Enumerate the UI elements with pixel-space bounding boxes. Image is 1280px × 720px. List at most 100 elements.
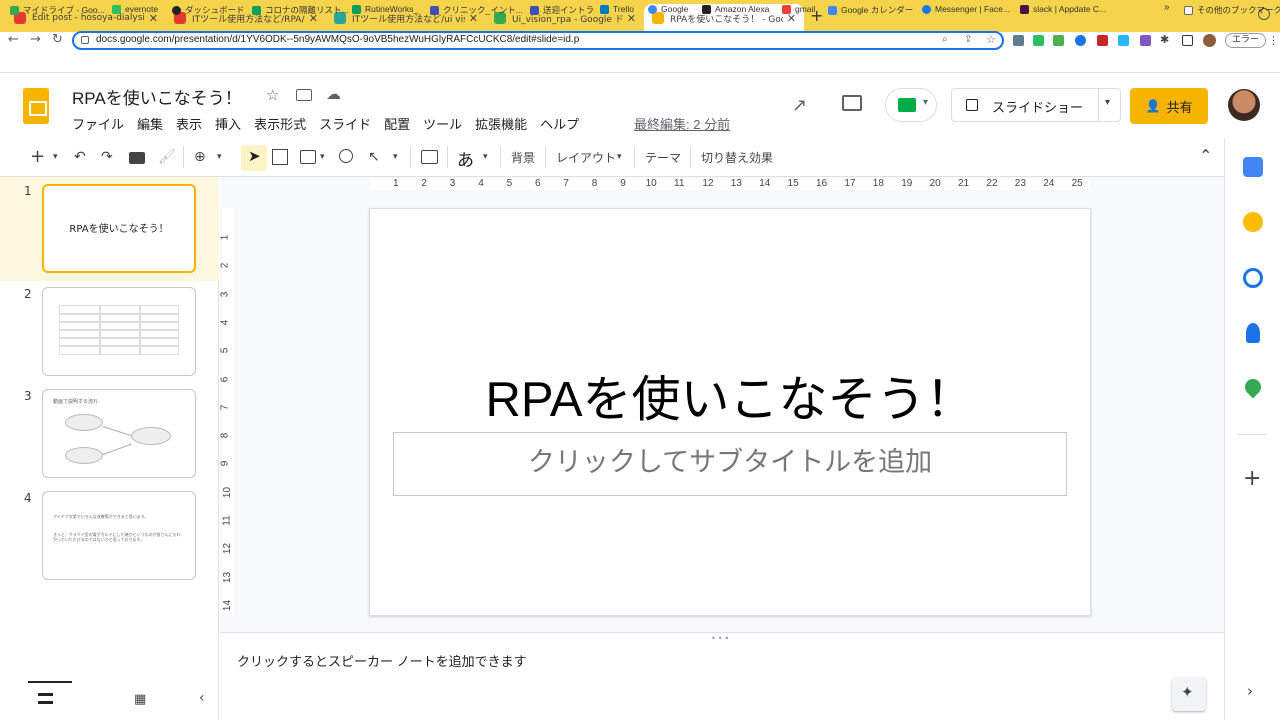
slideshow-button[interactable]: スライドショー ▾: [951, 88, 1121, 122]
menu-kebab-icon[interactable]: ⋮: [1268, 34, 1279, 47]
menu-slide[interactable]: スライド: [319, 114, 371, 133]
menu-insert[interactable]: 挿入: [215, 114, 241, 133]
extension-icon[interactable]: [1140, 35, 1151, 46]
bookmarks-overflow-button[interactable]: »: [1164, 2, 1170, 13]
share-page-icon[interactable]: ⇪: [964, 34, 972, 45]
cloud-status-icon[interactable]: ☁: [326, 85, 341, 103]
bookmark-item[interactable]: 送迎イントラ: [530, 4, 594, 16]
new-slide-plus-icon[interactable]: +: [30, 146, 45, 167]
expand-panel-chevron-icon[interactable]: ›: [1247, 682, 1253, 700]
layout-button[interactable]: レイアウト: [556, 149, 616, 166]
slide-thumbnail-2[interactable]: [42, 287, 196, 376]
shape-icon[interactable]: [339, 149, 353, 163]
zoom-icon[interactable]: ⊕: [194, 149, 206, 165]
undo-icon[interactable]: ↶: [74, 149, 86, 165]
share-button[interactable]: 👤 共有: [1130, 88, 1208, 124]
forward-icon[interactable]: →: [30, 32, 41, 47]
slides-logo-icon[interactable]: [23, 88, 49, 124]
bookmark-item[interactable]: Google カレンダー: [828, 4, 913, 16]
text-box-icon[interactable]: [272, 149, 288, 165]
side-panel-icon[interactable]: [1182, 35, 1193, 46]
extension-icon[interactable]: [1053, 35, 1064, 46]
slide-title[interactable]: RPAを使いこなそう！: [369, 360, 1091, 431]
explore-button[interactable]: ✦: [1172, 677, 1206, 711]
grid-view-icon[interactable]: ▦: [134, 692, 146, 707]
print-icon[interactable]: [129, 152, 145, 164]
chevron-down-icon[interactable]: ▾: [217, 152, 222, 162]
menu-extensions[interactable]: 拡張機能: [475, 114, 527, 133]
collapse-panel-icon[interactable]: ‹: [199, 690, 205, 706]
bookmark-item[interactable]: マイドライブ - Goo...: [10, 4, 105, 16]
add-comment-icon[interactable]: [421, 150, 438, 164]
back-icon[interactable]: ←: [8, 32, 19, 47]
slide-thumbnail-3[interactable]: 動画で説明する流れ: [42, 389, 196, 478]
paint-format-icon[interactable]: 🖌: [158, 149, 176, 165]
extension-icon[interactable]: [1013, 35, 1024, 46]
keep-icon[interactable]: [1243, 212, 1263, 232]
calendar-icon[interactable]: [1243, 157, 1263, 177]
image-icon[interactable]: [300, 150, 316, 164]
bookmark-star-icon[interactable]: ☆: [986, 33, 996, 46]
bookmark-item[interactable]: クリニック_イント...: [430, 4, 523, 16]
transition-button[interactable]: 切り替え効果: [701, 149, 773, 166]
bookmark-item[interactable]: ダッシュボード: [172, 4, 245, 16]
menu-file[interactable]: ファイル: [72, 114, 124, 133]
comments-icon[interactable]: [842, 95, 862, 111]
chevron-down-icon[interactable]: ▾: [320, 152, 325, 162]
error-button[interactable]: エラー: [1225, 33, 1267, 48]
theme-button[interactable]: テーマ: [645, 149, 681, 166]
move-folder-icon[interactable]: [296, 89, 312, 101]
chevron-down-icon[interactable]: ▾: [1105, 97, 1110, 108]
bookmark-item[interactable]: Trello: [600, 4, 634, 14]
zoom-icon[interactable]: ⌕: [942, 34, 948, 45]
meet-button[interactable]: ▾: [885, 88, 937, 122]
speaker-notes-placeholder[interactable]: クリックするとスピーカー ノートを追加できます: [237, 651, 527, 670]
star-icon[interactable]: ☆: [266, 86, 279, 104]
bookmark-item[interactable]: Amazon Alexa: [702, 4, 769, 14]
bookmark-item[interactable]: slack | Appdate C...: [1020, 4, 1106, 14]
other-bookmarks[interactable]: その他のブックマーク: [1184, 4, 1280, 16]
chevron-down-icon[interactable]: ▾: [53, 152, 58, 162]
add-addon-plus-icon[interactable]: +: [1243, 466, 1261, 491]
bookmark-item[interactable]: gmail: [782, 4, 815, 14]
evernote-extension-icon[interactable]: [1033, 35, 1044, 46]
account-avatar[interactable]: [1228, 89, 1260, 121]
document-title[interactable]: RPAを使いこなそう！: [72, 84, 242, 109]
slide-thumbnail-1[interactable]: RPAを使いこなそう！: [42, 184, 196, 273]
extension-icon[interactable]: [1118, 35, 1129, 46]
bookmark-item[interactable]: Google: [648, 4, 688, 14]
collapse-chevron-up-icon[interactable]: ⌃: [1199, 146, 1212, 165]
notes-resize-handle[interactable]: •••: [220, 632, 1224, 643]
redo-icon[interactable]: ↷: [101, 149, 113, 165]
input-mode-button[interactable]: あ: [457, 146, 474, 171]
menu-help[interactable]: ヘルプ: [540, 114, 579, 133]
chevron-down-icon[interactable]: ▾: [617, 152, 622, 162]
bookmark-item[interactable]: RutineWorks_: [352, 4, 418, 14]
subtitle-placeholder-text[interactable]: クリックしてサブタイトルを追加: [393, 440, 1067, 479]
contacts-icon[interactable]: [1246, 323, 1260, 343]
line-icon[interactable]: ↖: [368, 149, 380, 165]
last-edit-link[interactable]: 最終編集: 2 分前: [634, 114, 730, 133]
bookmark-item[interactable]: コロナの隔離リスト...: [252, 4, 349, 16]
menu-edit[interactable]: 編集: [137, 114, 163, 133]
extensions-puzzle-icon[interactable]: ✱: [1160, 33, 1169, 46]
bookmark-item[interactable]: Messenger | Face...: [922, 4, 1010, 14]
slide-thumbnail-4[interactable]: アイデア次第でいろんな改善策ができると思います。 きっと、クラウド型の電子カルテ…: [42, 491, 196, 580]
chevron-down-icon[interactable]: ▾: [393, 152, 398, 162]
bookmark-item[interactable]: evernote: [112, 4, 158, 14]
menu-arrange[interactable]: 配置: [384, 114, 410, 133]
reload-icon[interactable]: ↻: [52, 32, 63, 47]
extension-icon[interactable]: [1075, 35, 1086, 46]
menu-tools[interactable]: ツール: [423, 114, 462, 133]
activity-trend-icon[interactable]: ↗: [792, 95, 807, 116]
select-tool-button[interactable]: ➤: [241, 145, 267, 171]
address-bar[interactable]: docs.google.com/presentation/d/1YV6ODK--…: [72, 31, 1004, 50]
chevron-down-icon[interactable]: ▾: [483, 152, 488, 162]
profile-avatar[interactable]: [1203, 34, 1216, 47]
filmstrip-view-icon[interactable]: [38, 693, 53, 704]
extension-icon[interactable]: [1097, 35, 1108, 46]
background-button[interactable]: 背景: [511, 149, 535, 166]
menu-format[interactable]: 表示形式: [254, 114, 306, 133]
menu-view[interactable]: 表示: [176, 114, 202, 133]
tasks-icon[interactable]: [1243, 268, 1263, 288]
